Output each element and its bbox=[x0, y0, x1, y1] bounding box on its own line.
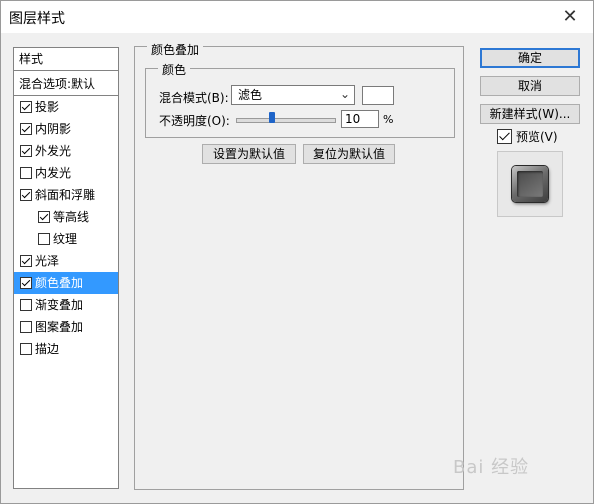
overlay-color-swatch[interactable] bbox=[362, 86, 394, 105]
styles-list: 样式 混合选项:默认 投影 内阴影 外发光 内发光 斜面和浮雕 等高线 纹理 光… bbox=[13, 47, 119, 489]
dialog-title: 图层样式 bbox=[9, 11, 65, 27]
checkbox-pattern-overlay[interactable] bbox=[20, 320, 32, 333]
style-item-label: 投影 bbox=[35, 100, 60, 114]
checkbox-drop-shadow[interactable] bbox=[20, 100, 32, 113]
preview-toggle[interactable]: 预览(V) bbox=[497, 128, 558, 147]
style-item-stroke[interactable]: 描边 bbox=[14, 338, 118, 360]
style-item-drop-shadow[interactable]: 投影 bbox=[14, 96, 118, 118]
chevron-down-icon: ⌄ bbox=[339, 87, 350, 101]
layer-style-dialog: 图层样式 ✕ 样式 混合选项:默认 投影 内阴影 外发光 内发光 斜面和浮雕 等… bbox=[0, 0, 594, 504]
style-item-contour[interactable]: 等高线 bbox=[14, 206, 118, 228]
opacity-slider-thumb[interactable] bbox=[269, 112, 275, 123]
style-item-pattern-overlay[interactable]: 图案叠加 bbox=[14, 316, 118, 338]
checkbox-inner-shadow[interactable] bbox=[20, 122, 32, 135]
style-item-outer-glow[interactable]: 外发光 bbox=[14, 140, 118, 162]
percent-unit: % bbox=[383, 113, 394, 126]
checkbox-color-overlay[interactable] bbox=[20, 276, 32, 289]
ok-button[interactable]: 确定 bbox=[480, 48, 580, 68]
style-item-bevel-emboss[interactable]: 斜面和浮雕 bbox=[14, 184, 118, 206]
color-group-title: 颜色 bbox=[158, 61, 191, 78]
set-default-button[interactable]: 设置为默认值 bbox=[202, 144, 296, 164]
checkbox-inner-glow[interactable] bbox=[20, 166, 32, 179]
style-item-label: 内发光 bbox=[35, 166, 72, 180]
baidu-watermark: Bai 经验 bbox=[453, 457, 530, 478]
style-item-label: 描边 bbox=[35, 342, 60, 356]
style-item-satin[interactable]: 光泽 bbox=[14, 250, 118, 272]
reset-default-button[interactable]: 复位为默认值 bbox=[303, 144, 395, 164]
checkbox-stroke[interactable] bbox=[20, 342, 32, 355]
style-item-label: 颜色叠加 bbox=[35, 276, 84, 290]
style-item-label: 内阴影 bbox=[35, 122, 72, 136]
checkbox-gradient-overlay[interactable] bbox=[20, 298, 32, 311]
style-item-label: 斜面和浮雕 bbox=[35, 188, 96, 202]
style-item-texture[interactable]: 纹理 bbox=[14, 228, 118, 250]
checkbox-outer-glow[interactable] bbox=[20, 144, 32, 157]
checkbox-bevel-emboss[interactable] bbox=[20, 188, 32, 201]
style-item-label: 图案叠加 bbox=[35, 320, 84, 334]
style-item-label: 外发光 bbox=[35, 144, 72, 158]
opacity-slider-track[interactable] bbox=[236, 118, 336, 123]
preview-checkbox[interactable] bbox=[497, 128, 512, 144]
style-item-label: 纹理 bbox=[53, 232, 78, 246]
blend-mode-select[interactable]: 滤色 ⌄ bbox=[231, 85, 355, 105]
checkbox-texture[interactable] bbox=[38, 232, 50, 245]
style-item-label: 等高线 bbox=[53, 210, 90, 224]
blend-mode-value: 滤色 bbox=[238, 88, 263, 102]
title-bar: 图层样式 ✕ bbox=[1, 1, 593, 33]
preview-swatch bbox=[512, 166, 548, 202]
checkbox-satin[interactable] bbox=[20, 254, 32, 267]
opacity-label: 不透明度(O): bbox=[159, 114, 230, 128]
styles-header[interactable]: 样式 bbox=[14, 48, 118, 71]
preview-label: 预览(V) bbox=[516, 130, 558, 144]
opacity-input[interactable]: 10 bbox=[341, 110, 379, 128]
style-item-label: 渐变叠加 bbox=[35, 298, 84, 312]
close-icon[interactable]: ✕ bbox=[553, 3, 587, 31]
style-item-inner-shadow[interactable]: 内阴影 bbox=[14, 118, 118, 140]
style-item-gradient-overlay[interactable]: 渐变叠加 bbox=[14, 294, 118, 316]
style-item-label: 光泽 bbox=[35, 254, 60, 268]
style-item-color-overlay[interactable]: 颜色叠加 bbox=[14, 272, 118, 294]
style-item-inner-glow[interactable]: 内发光 bbox=[14, 162, 118, 184]
blend-options-item[interactable]: 混合选项:默认 bbox=[14, 73, 118, 96]
blend-mode-label: 混合模式(B): bbox=[159, 91, 229, 105]
style-preview bbox=[497, 151, 563, 217]
new-style-button[interactable]: 新建样式(W)... bbox=[480, 104, 580, 124]
section-title: 颜色叠加 bbox=[147, 41, 204, 58]
cancel-button[interactable]: 取消 bbox=[480, 76, 580, 96]
checkbox-contour[interactable] bbox=[38, 210, 50, 223]
